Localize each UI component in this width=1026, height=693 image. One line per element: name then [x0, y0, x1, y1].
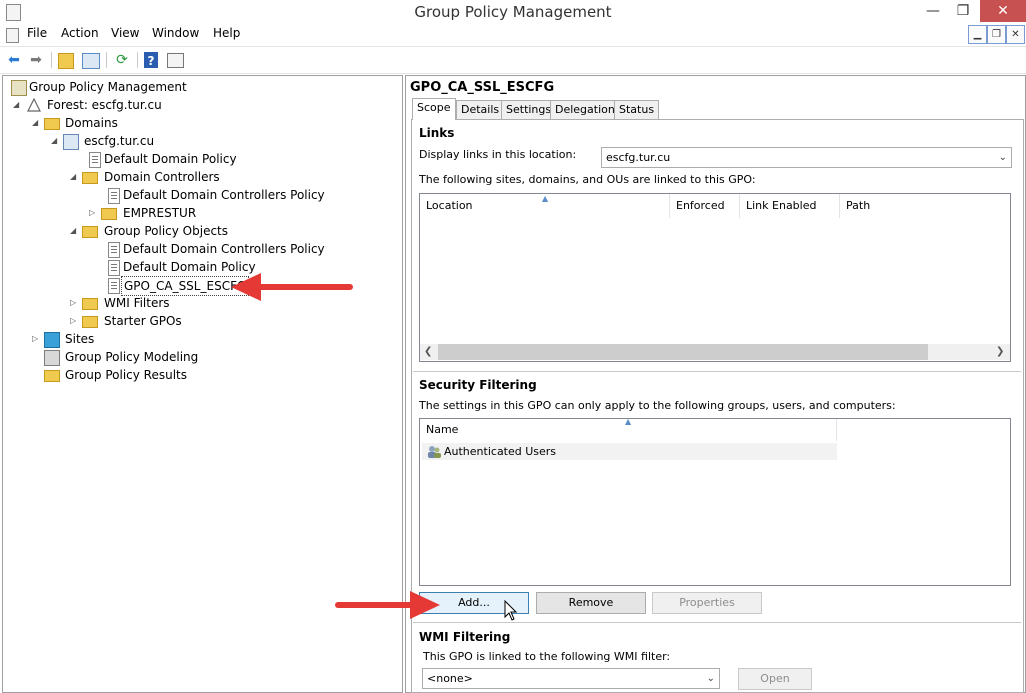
- column-header-enforced[interactable]: Enforced: [670, 194, 740, 218]
- collapse-icon[interactable]: ◢: [13, 96, 23, 114]
- chevron-down-icon: ⌄: [706, 673, 715, 684]
- modeling-icon: [44, 350, 60, 366]
- properties-button[interactable]: Properties: [652, 592, 762, 614]
- remove-button[interactable]: Remove: [536, 592, 646, 614]
- expand-icon[interactable]: ▷: [89, 204, 99, 222]
- sites-icon: [44, 332, 60, 348]
- tab-settings[interactable]: Settings: [501, 100, 557, 119]
- security-filtering-title: Security Filtering: [419, 378, 537, 392]
- mdi-close-button[interactable]: ✕: [1006, 25, 1025, 44]
- wmi-filter-dropdown[interactable]: <none> ⌄: [422, 668, 720, 689]
- mouse-cursor-icon: [504, 600, 518, 621]
- open-wmi-filter-button[interactable]: Open: [738, 668, 812, 690]
- mdi-minimize-button[interactable]: ▁: [968, 25, 987, 44]
- refresh-icon[interactable]: ⟳: [113, 51, 131, 69]
- gpo-container-icon: [82, 226, 98, 238]
- forest-icon: [27, 97, 41, 112]
- security-filtering-description: The settings in this GPO can only apply …: [419, 399, 896, 412]
- column-header-link-enabled[interactable]: Link Enabled: [740, 194, 840, 218]
- mdi-restore-button[interactable]: ❐: [987, 25, 1006, 44]
- window-title: Group Policy Management: [414, 3, 612, 21]
- links-list[interactable]: Location ▲ Enforced Link Enabled Path ❮ …: [419, 193, 1011, 362]
- toolbar-separator: [106, 52, 107, 68]
- menu-bar: File Action View Window Help: [0, 24, 1026, 45]
- gpo-link-icon: [89, 152, 101, 168]
- system-menu-icon[interactable]: [6, 28, 19, 43]
- annotation-arrow-icon: [231, 273, 353, 301]
- collapse-icon[interactable]: ◢: [70, 168, 80, 186]
- security-filtering-list[interactable]: Name ▲ Authenticated Users: [419, 417, 1011, 586]
- show-hide-tree-icon[interactable]: [82, 53, 100, 69]
- up-folder-icon[interactable]: [58, 53, 74, 69]
- ou-folder-icon: [82, 172, 98, 184]
- collapse-icon[interactable]: ◢: [32, 114, 42, 132]
- title-bar: Group Policy Management — ❐ ✕: [0, 0, 1026, 24]
- help-icon[interactable]: ?: [144, 52, 158, 68]
- results-icon: [44, 370, 60, 382]
- folder-icon: [44, 118, 60, 130]
- menu-file[interactable]: File: [27, 26, 47, 40]
- sort-up-icon: ▲: [542, 194, 549, 203]
- gpo-icon: [108, 278, 120, 294]
- toolbar: ⬅ ➡ ⟳ ?: [0, 46, 1026, 74]
- toolbar-separator: [51, 52, 52, 68]
- tab-delegation[interactable]: Delegation: [550, 100, 620, 119]
- toolbar-separator: [137, 52, 138, 68]
- chevron-down-icon: ⌄: [998, 152, 1007, 163]
- console-icon[interactable]: [167, 53, 184, 68]
- forward-arrow-icon[interactable]: ➡: [27, 51, 45, 69]
- links-description: The following sites, domains, and OUs ar…: [419, 173, 756, 186]
- links-title: Links: [419, 126, 455, 140]
- menu-action[interactable]: Action: [61, 26, 99, 40]
- collapse-icon[interactable]: ◢: [70, 222, 80, 240]
- gpo-link-icon: [108, 188, 120, 204]
- tab-scope[interactable]: Scope: [412, 98, 456, 120]
- gpo-icon: [108, 242, 120, 258]
- close-button[interactable]: ✕: [980, 0, 1026, 22]
- scrollbar-thumb[interactable]: [438, 344, 928, 360]
- wmi-filtering-description: This GPO is linked to the following WMI …: [423, 650, 671, 663]
- folder-icon: [82, 316, 98, 328]
- expand-icon[interactable]: ▷: [70, 312, 80, 330]
- domain-icon: [63, 134, 79, 150]
- users-group-icon: [427, 445, 441, 458]
- section-divider: [413, 622, 1021, 623]
- display-links-label: Display links in this location:: [419, 148, 577, 161]
- ou-folder-icon: [101, 208, 117, 220]
- section-divider: [413, 371, 1021, 372]
- gpmc-root-icon: [11, 80, 27, 96]
- menu-help[interactable]: Help: [213, 26, 240, 40]
- annotation-arrow-icon: [335, 591, 440, 619]
- scroll-left-icon[interactable]: ❮: [424, 344, 432, 360]
- links-location-dropdown[interactable]: escfg.tur.cu ⌄: [601, 147, 1012, 168]
- back-arrow-icon[interactable]: ⬅: [5, 51, 23, 69]
- expand-icon[interactable]: ▷: [70, 294, 80, 312]
- expand-icon[interactable]: ▷: [32, 330, 42, 348]
- collapse-icon[interactable]: ◢: [51, 132, 61, 150]
- minimize-button[interactable]: —: [918, 0, 948, 22]
- restore-button[interactable]: ❐: [948, 0, 978, 22]
- sort-up-icon: ▲: [625, 417, 632, 426]
- menu-view[interactable]: View: [111, 26, 139, 40]
- menu-window[interactable]: Window: [152, 26, 199, 40]
- authenticated-users-label: Authenticated Users: [444, 445, 557, 458]
- links-horizontal-scrollbar[interactable]: ❮ ❯: [420, 344, 1010, 360]
- column-header-path[interactable]: Path: [840, 194, 1010, 218]
- tab-status[interactable]: Status: [614, 100, 660, 119]
- list-item[interactable]: Authenticated Users: [422, 443, 837, 460]
- wmi-filtering-title: WMI Filtering: [419, 630, 511, 644]
- gpo-title: GPO_CA_SSL_ESCFG: [410, 80, 555, 95]
- folder-icon: [82, 298, 98, 310]
- scroll-right-icon[interactable]: ❯: [996, 344, 1004, 360]
- tab-details[interactable]: Details: [456, 100, 505, 119]
- gpo-icon: [108, 260, 120, 276]
